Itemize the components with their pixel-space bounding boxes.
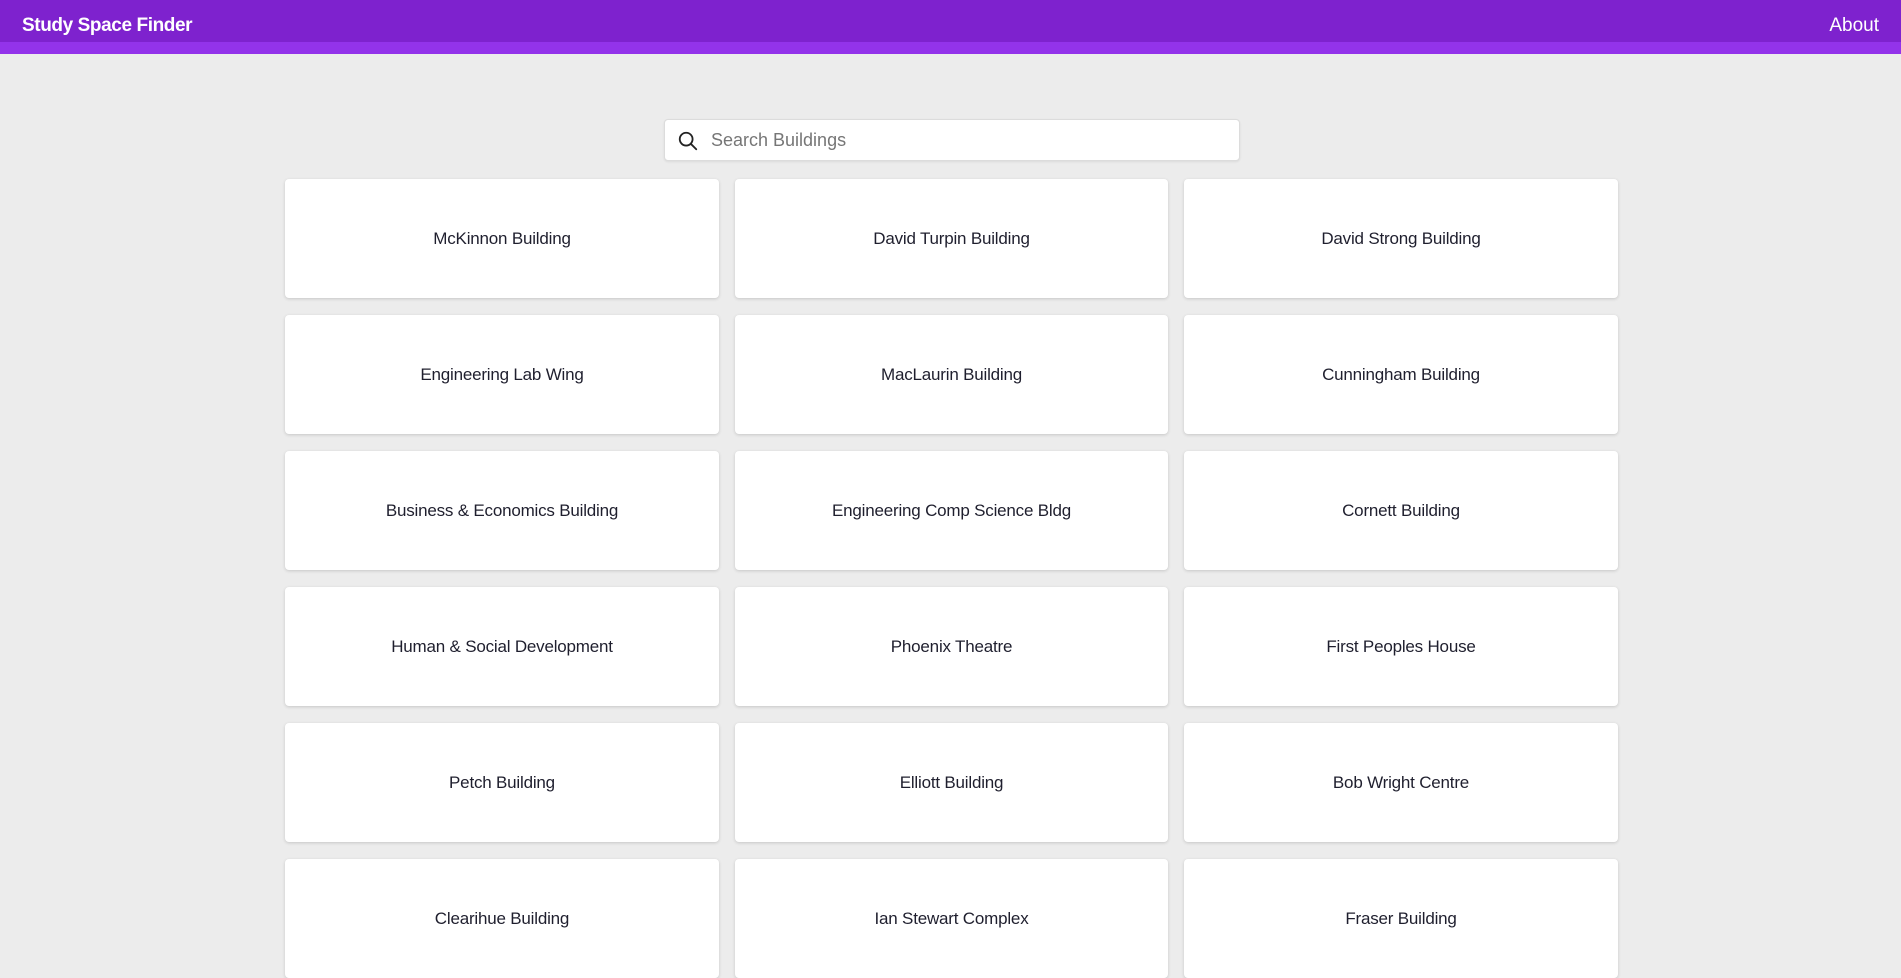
- building-card[interactable]: First Peoples House: [1184, 587, 1618, 706]
- building-card[interactable]: Elliott Building: [735, 723, 1168, 842]
- building-card-label: Cornett Building: [1342, 500, 1460, 520]
- top-navbar: Study Space Finder About: [0, 0, 1901, 54]
- building-card[interactable]: Engineering Lab Wing: [285, 315, 719, 434]
- building-card-label: Engineering Lab Wing: [420, 364, 584, 384]
- building-card-label: Engineering Comp Science Bldg: [832, 500, 1071, 520]
- building-card-label: McKinnon Building: [433, 228, 571, 248]
- building-card[interactable]: Cornett Building: [1184, 451, 1618, 570]
- building-card-label: Human & Social Development: [391, 636, 613, 656]
- building-card[interactable]: Ian Stewart Complex: [735, 859, 1168, 978]
- building-card-label: Clearihue Building: [434, 908, 570, 928]
- building-card-label: David Turpin Building: [873, 228, 1030, 248]
- building-card[interactable]: McKinnon Building: [285, 179, 719, 298]
- app-title[interactable]: Study Space Finder: [22, 15, 193, 37]
- building-card[interactable]: Cunningham Building: [1184, 315, 1618, 434]
- building-card-label: Bob Wright Centre: [1332, 772, 1470, 792]
- building-card-label: Fraser Building: [1345, 908, 1457, 928]
- building-card-label: Petch Building: [449, 772, 555, 792]
- building-card[interactable]: Bob Wright Centre: [1184, 723, 1618, 842]
- building-card-label: Business & Economics Building: [385, 500, 619, 520]
- about-link[interactable]: About: [1829, 15, 1879, 37]
- building-card[interactable]: David Turpin Building: [735, 179, 1168, 298]
- search-bar: [664, 119, 1240, 161]
- building-card-label: David Strong Building: [1321, 228, 1481, 248]
- building-grid: McKinnon Building David Turpin Building Da…: [285, 179, 1618, 978]
- search-icon: [678, 131, 698, 151]
- building-card[interactable]: Phoenix Theatre: [735, 587, 1168, 706]
- building-card-label: Ian Stewart Complex: [874, 908, 1029, 928]
- building-card[interactable]: Engineering Comp Science Bldg: [735, 451, 1168, 570]
- building-card-label: MacLaurin Building: [881, 364, 1022, 384]
- building-card-label: Phoenix Theatre: [890, 636, 1013, 656]
- building-card[interactable]: MacLaurin Building: [735, 315, 1168, 434]
- building-card-label: Elliott Building: [899, 772, 1004, 792]
- building-card[interactable]: Petch Building: [285, 723, 719, 842]
- building-card[interactable]: Fraser Building: [1184, 859, 1618, 978]
- building-card-label: Cunningham Building: [1322, 364, 1480, 384]
- building-card[interactable]: David Strong Building: [1184, 179, 1618, 298]
- building-card[interactable]: Human & Social Development: [285, 587, 719, 706]
- search-input[interactable]: [707, 120, 1227, 160]
- building-card-label: First Peoples House: [1326, 636, 1476, 656]
- building-card[interactable]: Business & Economics Building: [285, 451, 719, 570]
- building-card[interactable]: Clearihue Building: [285, 859, 719, 978]
